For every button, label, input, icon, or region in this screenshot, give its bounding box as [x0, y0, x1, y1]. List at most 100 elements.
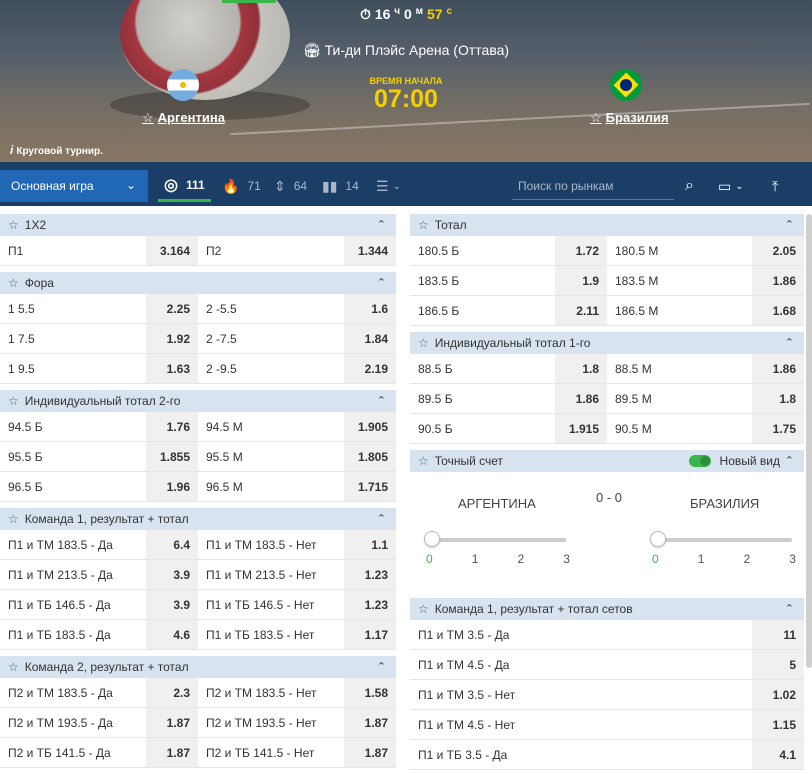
outcome-name[interactable]: П1 и ТБ 146.5 - Да [0, 590, 146, 619]
odds-value[interactable]: 1.72 [555, 236, 607, 265]
odds-value[interactable]: 1.17 [344, 620, 396, 649]
outcome-name[interactable]: П2 и ТМ 193.5 - Нет [198, 708, 344, 737]
chevron-up-icon[interactable]: ⌃ [785, 218, 794, 231]
collapse-icon[interactable]: ⤒ [772, 170, 778, 202]
outcome-name[interactable]: П2 и ТМ 193.5 - Да [0, 708, 146, 737]
odds-value[interactable]: 1.58 [344, 678, 396, 707]
layout-toggle[interactable]: ▭ ⌄ [718, 170, 744, 202]
outcome-name[interactable]: 1 5.5 [0, 294, 146, 323]
outcome-name[interactable]: П2 и ТБ 141.5 - Нет [198, 738, 344, 767]
odds-value[interactable]: 1.905 [344, 412, 396, 441]
odds-value[interactable]: 1.23 [344, 590, 396, 619]
team-b[interactable]: ☆ Бразилия [590, 110, 669, 126]
odds-value[interactable]: 1.9 [555, 266, 607, 295]
outcome-name[interactable]: П1 и ТМ 4.5 - Да [410, 650, 752, 679]
market-header[interactable]: ☆ Фора ⌃ [0, 272, 396, 294]
odds-value[interactable]: 1.87 [146, 738, 198, 767]
star-icon[interactable]: ☆ [418, 454, 429, 468]
outcome-name[interactable]: 89.5 М [607, 384, 752, 413]
star-icon[interactable]: ☆ [8, 218, 19, 232]
outcome-name[interactable]: П1 и ТМ 183.5 - Нет [198, 530, 344, 559]
star-icon[interactable]: ☆ [418, 602, 429, 616]
odds-value[interactable]: 1.915 [555, 414, 607, 443]
odds-value[interactable]: 1.15 [752, 710, 804, 739]
chevron-up-icon[interactable]: ⌃ [377, 218, 386, 231]
odds-value[interactable]: 1.86 [752, 354, 804, 383]
game-period-dropdown[interactable]: Основная игра ⌄ [0, 170, 148, 202]
market-header[interactable]: ☆ Команда 1, результат + тотал ⌃ [0, 508, 396, 530]
odds-value[interactable]: 1.6 [344, 294, 396, 323]
odds-value[interactable]: 1.63 [146, 354, 198, 383]
outcome-name[interactable]: П1 и ТМ 4.5 - Нет [410, 710, 752, 739]
odds-value[interactable]: 1.84 [344, 324, 396, 353]
star-icon[interactable]: ☆ [418, 336, 429, 350]
outcome-name[interactable]: П1 и ТМ 3.5 - Да [410, 620, 752, 649]
outcome-name[interactable]: 88.5 Б [410, 354, 555, 383]
outcome-name[interactable]: 95.5 М [198, 442, 344, 471]
outcome-name[interactable]: 90.5 Б [410, 414, 555, 443]
score-slider-a[interactable] [424, 531, 566, 547]
odds-value[interactable]: 1.92 [146, 324, 198, 353]
odds-value[interactable]: 1.1 [344, 530, 396, 559]
outcome-name[interactable]: 2 -9.5 [198, 354, 344, 383]
outcome-name[interactable]: П1 и ТБ 183.5 - Нет [198, 620, 344, 649]
team-a[interactable]: ☆ Аргентина [142, 110, 225, 126]
odds-value[interactable]: 1.805 [344, 442, 396, 471]
star-icon[interactable]: ☆ [142, 110, 154, 125]
new-view-toggle[interactable] [689, 455, 711, 467]
odds-value[interactable]: 4.1 [752, 740, 804, 769]
outcome-name[interactable]: 94.5 М [198, 412, 344, 441]
score-slider-b[interactable] [650, 531, 792, 547]
slider-knob[interactable] [650, 531, 666, 547]
chevron-up-icon[interactable]: ⌃ [377, 276, 386, 289]
outcome-name[interactable]: 2 -7.5 [198, 324, 344, 353]
market-search-input[interactable]: Поиск по рынкам [512, 172, 674, 200]
outcome-name[interactable]: П1 и ТБ 146.5 - Нет [198, 590, 344, 619]
odds-value[interactable]: 1.96 [146, 472, 198, 501]
outcome-name[interactable]: 1 9.5 [0, 354, 146, 383]
chevron-up-icon[interactable]: ⌃ [377, 512, 386, 525]
star-icon[interactable]: ☆ [418, 218, 429, 232]
odds-value[interactable]: 1.02 [752, 680, 804, 709]
outcome-name[interactable]: 183.5 М [607, 266, 752, 295]
odds-value[interactable]: 1.87 [344, 708, 396, 737]
outcome-name[interactable]: 88.5 М [607, 354, 752, 383]
outcome-name[interactable]: 1 7.5 [0, 324, 146, 353]
odds-value[interactable]: 1.68 [752, 296, 804, 325]
outcome-name[interactable]: П1 и ТМ 213.5 - Да [0, 560, 146, 589]
market-header-exact-score[interactable]: ☆ Точный счет Новый вид ⌃ [410, 450, 804, 472]
star-icon[interactable]: ☆ [8, 394, 19, 408]
odds-value[interactable]: 1.76 [146, 412, 198, 441]
team-a-name[interactable]: Аргентина [158, 110, 225, 125]
outcome-name[interactable]: П1 и ТБ 183.5 - Да [0, 620, 146, 649]
odds-value[interactable]: 1.715 [344, 472, 396, 501]
outcome-name[interactable]: П2 и ТБ 141.5 - Да [0, 738, 146, 767]
outcome-name[interactable]: 186.5 Б [410, 296, 555, 325]
outcome-name[interactable]: 89.5 Б [410, 384, 555, 413]
outcome-name[interactable]: 96.5 Б [0, 472, 146, 501]
odds-value[interactable]: 1.87 [146, 708, 198, 737]
star-icon[interactable]: ☆ [8, 660, 19, 674]
market-header-total[interactable]: ☆ Тотал ⌃ [410, 214, 804, 236]
market-header-sets[interactable]: ☆ Команда 1, результат + тотал сетов ⌃ [410, 598, 804, 620]
outcome-name[interactable]: 90.5 М [607, 414, 752, 443]
outcome-name[interactable]: П1 [0, 236, 146, 265]
tab-updown[interactable]: ⇕ 64 [274, 170, 307, 202]
outcome-name[interactable]: П1 и ТБ 3.5 - Да [410, 740, 752, 769]
odds-value[interactable]: 1.86 [555, 384, 607, 413]
odds-value[interactable]: 2.19 [344, 354, 396, 383]
chevron-up-icon[interactable]: ⌃ [785, 336, 794, 349]
market-header-ind1[interactable]: ☆ Индивидуальный тотал 1-го ⌃ [410, 332, 804, 354]
outcome-name[interactable]: П1 и ТМ 213.5 - Нет [198, 560, 344, 589]
odds-value[interactable]: 5 [752, 650, 804, 679]
tab-all-markets[interactable]: ◎ 111 [158, 170, 211, 202]
outcome-name[interactable]: 180.5 М [607, 236, 752, 265]
odds-value[interactable]: 1.855 [146, 442, 198, 471]
star-icon[interactable]: ☆ [590, 110, 602, 125]
outcome-name[interactable]: П1 и ТМ 183.5 - Да [0, 530, 146, 559]
chevron-up-icon[interactable]: ⌃ [377, 660, 386, 673]
odds-value[interactable]: 3.9 [146, 590, 198, 619]
tab-live[interactable]: ▮▮ 14 [322, 170, 359, 202]
odds-value[interactable]: 3.9 [146, 560, 198, 589]
odds-value[interactable]: 6.4 [146, 530, 198, 559]
